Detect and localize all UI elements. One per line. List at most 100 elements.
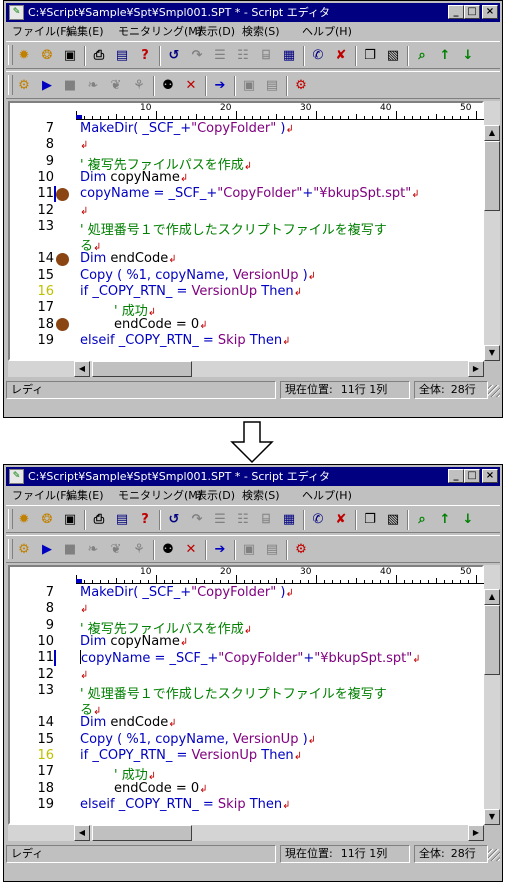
variables-icon[interactable]: ▤: [262, 540, 282, 560]
code-text-area[interactable]: MakeDir( _SCF_+"CopyFolder" )↲ ↲ ' 複写先ファイル…: [80, 585, 480, 825]
code-line[interactable]: Copy ( %1, copyName, VersionUp )↲: [80, 268, 316, 283]
breakpoint-clear-icon[interactable]: ✕: [181, 76, 201, 96]
prev-icon[interactable]: ↓: [458, 46, 478, 66]
code-line[interactable]: ' 処理番号１で作成したスクリプトファイルを複写す: [80, 219, 387, 238]
toggle-icon[interactable]: ▦: [279, 510, 299, 530]
code-line[interactable]: ↲: [80, 137, 88, 152]
code-line[interactable]: elseif _COPY_RTN_ = Skip Then↲: [80, 797, 291, 812]
menu-item[interactable]: ヘルプ(H): [302, 487, 352, 505]
resize-grip-icon[interactable]: [488, 849, 500, 861]
maximize-button[interactable]: □: [464, 469, 480, 483]
step-into-icon[interactable]: ❦: [106, 540, 126, 560]
book-icon[interactable]: ▤: [112, 510, 132, 530]
code-editor[interactable]: 10 20 30 40 50 7 8 9 10 11 12 13 14 15 16 17 18 19 MakeDir…: [8, 101, 486, 361]
step-icon[interactable]: ❧: [83, 540, 103, 560]
menu-item[interactable]: 表示(D): [196, 487, 235, 505]
menu-item[interactable]: 表示(D): [196, 23, 235, 41]
code-line[interactable]: endCode = 0↲: [80, 317, 208, 332]
redo-icon[interactable]: ↷: [187, 46, 207, 66]
horizontal-scroll-thumb[interactable]: [92, 361, 192, 377]
play-icon[interactable]: ▶: [37, 76, 57, 96]
book-icon[interactable]: ▤: [112, 46, 132, 66]
code-line[interactable]: Dim copyName↲: [80, 634, 188, 649]
new-file-icon[interactable]: ✹: [14, 510, 34, 530]
step-into-icon[interactable]: ❦: [106, 76, 126, 96]
zoom-icon[interactable]: ⌕: [412, 46, 432, 66]
menu-item[interactable]: モニタリング(M): [118, 487, 202, 505]
zoom-icon[interactable]: ⌕: [412, 510, 432, 530]
paste-icon[interactable]: ⌸: [256, 46, 276, 66]
run-to-cursor-icon[interactable]: ➔: [210, 76, 230, 96]
code-line[interactable]: ↲: [80, 667, 88, 682]
scroll-left-button[interactable]: ◀: [74, 361, 90, 377]
scroll-down-button[interactable]: ▼: [484, 809, 500, 825]
breakpoint-clear-icon[interactable]: ✕: [181, 540, 201, 560]
code-line[interactable]: ↲: [80, 203, 88, 218]
help-icon[interactable]: ?: [135, 46, 155, 66]
open-folder-icon[interactable]: ❂: [37, 46, 57, 66]
scroll-up-button[interactable]: ▲: [484, 589, 500, 605]
copy-icon[interactable]: ☷: [233, 46, 253, 66]
code-line[interactable]: ' 処理番号１で作成したスクリプトファイルを複写す: [80, 683, 387, 702]
horizontal-scrollbar[interactable]: ◀ ▶: [8, 361, 484, 377]
code-line[interactable]: if _COPY_RTN_ = VersionUp Then↲: [80, 748, 302, 763]
play-icon[interactable]: ▶: [37, 540, 57, 560]
horizontal-scrollbar[interactable]: ◀ ▶: [8, 825, 484, 841]
menu-item[interactable]: ファイル(F): [12, 23, 71, 41]
run-script-icon[interactable]: ⚙: [14, 540, 34, 560]
find-clear-icon[interactable]: ✘: [331, 46, 351, 66]
code-line[interactable]: copyName = _SCF_+"CopyFolder"+"¥bkupSpt.…: [80, 186, 420, 201]
menu-item[interactable]: モニタリング(M): [118, 23, 202, 41]
print-icon[interactable]: ⎙: [89, 46, 109, 66]
watch-icon[interactable]: ▣: [239, 540, 259, 560]
stop-icon[interactable]: ■: [60, 76, 80, 96]
paste-icon[interactable]: ⌸: [256, 510, 276, 530]
variables-icon[interactable]: ▤: [262, 76, 282, 96]
help-icon[interactable]: ?: [135, 510, 155, 530]
vertical-scroll-thumb[interactable]: [484, 605, 500, 675]
save-icon[interactable]: ▣: [60, 46, 80, 66]
scroll-up-button[interactable]: ▲: [484, 125, 500, 141]
menu-item[interactable]: 検索(S): [242, 23, 280, 41]
menu-item[interactable]: 検索(S): [242, 487, 280, 505]
toolbar-grip[interactable]: [8, 75, 13, 95]
monitor-icon[interactable]: ⚙: [291, 76, 311, 96]
code-line[interactable]: if _COPY_RTN_ = VersionUp Then↲: [80, 284, 302, 299]
monitor-icon[interactable]: ⚙: [291, 540, 311, 560]
toolbar-grip[interactable]: [8, 539, 13, 559]
find-icon[interactable]: ✆: [308, 510, 328, 530]
find-icon[interactable]: ✆: [308, 46, 328, 66]
step-out-icon[interactable]: ⚘: [129, 76, 149, 96]
minimize-button[interactable]: _: [448, 5, 464, 19]
scroll-left-button[interactable]: ◀: [74, 825, 90, 841]
vertical-scrollbar[interactable]: ▲ ▼: [484, 565, 500, 825]
replace-icon[interactable]: ▧: [383, 46, 403, 66]
minimize-button[interactable]: _: [448, 469, 464, 483]
next-icon[interactable]: ↑: [435, 46, 455, 66]
toolbar-grip[interactable]: [8, 45, 13, 65]
undo-icon[interactable]: ↺: [164, 510, 184, 530]
cut-icon[interactable]: ☰: [210, 46, 230, 66]
toolbar-grip[interactable]: [8, 509, 13, 529]
scroll-right-button[interactable]: ▶: [468, 361, 484, 377]
menu-item[interactable]: ファイル(F): [12, 487, 71, 505]
scroll-right-button[interactable]: ▶: [468, 825, 484, 841]
maximize-button[interactable]: □: [464, 5, 480, 19]
next-icon[interactable]: ↑: [435, 510, 455, 530]
code-line[interactable]: elseif _COPY_RTN_ = Skip Then↲: [80, 333, 291, 348]
new-file-icon[interactable]: ✹: [14, 46, 34, 66]
replace-icon[interactable]: ▧: [383, 510, 403, 530]
code-line[interactable]: Copy ( %1, copyName, VersionUp )↲: [80, 732, 316, 747]
step-out-icon[interactable]: ⚘: [129, 540, 149, 560]
copy-icon[interactable]: ☷: [233, 510, 253, 530]
watch-icon[interactable]: ▣: [239, 76, 259, 96]
breakpoint-icon[interactable]: ⚉: [158, 540, 178, 560]
breakpoint-marker[interactable]: [56, 252, 69, 266]
redo-icon[interactable]: ↷: [187, 510, 207, 530]
scroll-down-button[interactable]: ▼: [484, 345, 500, 361]
prev-icon[interactable]: ↓: [458, 510, 478, 530]
code-text-area[interactable]: MakeDir( _SCF_+"CopyFolder" )↲ ↲ ' 複写先ファイル…: [80, 121, 480, 361]
open-folder-icon[interactable]: ❂: [37, 510, 57, 530]
code-line[interactable]: MakeDir( _SCF_+"CopyFolder" )↲: [80, 121, 294, 136]
code-line[interactable]: endCode = 0↲: [80, 781, 208, 796]
